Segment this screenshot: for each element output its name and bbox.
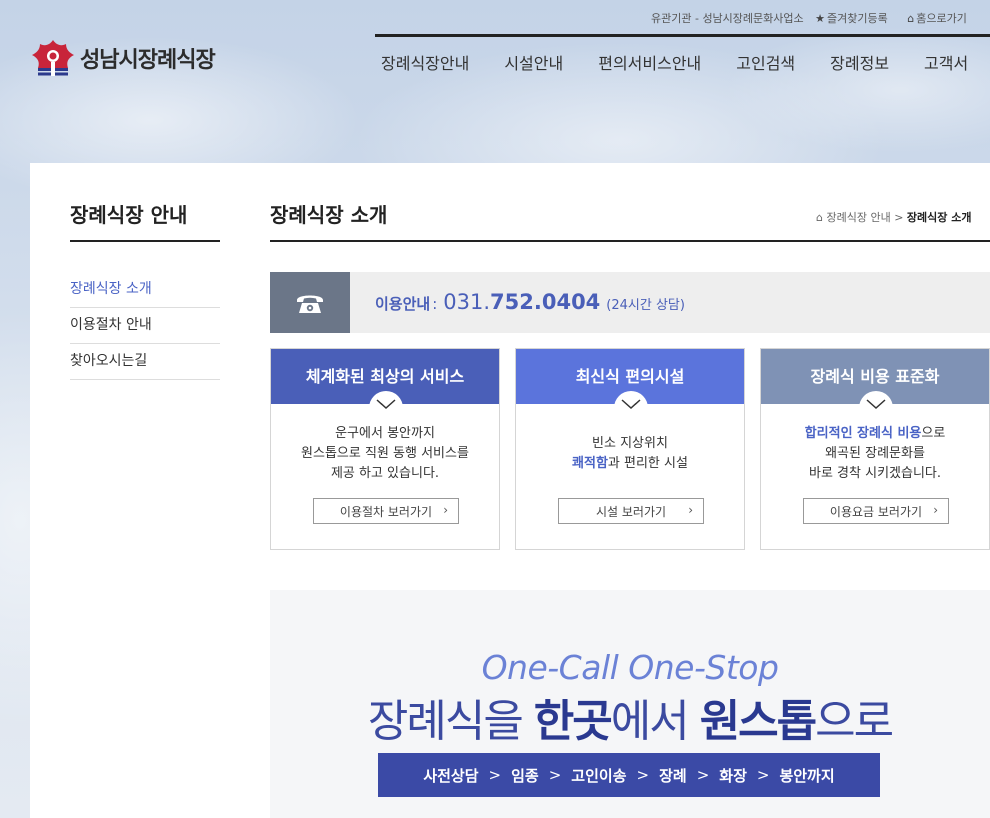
home-icon[interactable]: ⌂ bbox=[816, 211, 823, 224]
feature-card-cost: 장례식 비용 표준화 합리적인 장례식 비용으로 왜곡된 장례문화를 바로 경착… bbox=[760, 348, 990, 550]
card-desc-line: 왜곡된 장례문화를 bbox=[825, 446, 925, 461]
breadcrumb-current: 장례식장 소개 bbox=[906, 211, 972, 224]
chevron-down-icon bbox=[376, 399, 396, 410]
bookmark-label: 즐겨찾기등록 bbox=[827, 12, 888, 25]
step-funeral: 장례 bbox=[659, 766, 687, 785]
step-cremation: 화장 bbox=[719, 766, 747, 785]
highlight-text: 합리적인 장례식 비용 bbox=[804, 426, 922, 441]
banner-emphasis: 한곳 bbox=[533, 696, 613, 747]
nav-item-deceased-search[interactable]: 고인검색 bbox=[736, 50, 795, 74]
main-nav: 장례식장안내 시설안내 편의서비스안내 고인검색 장례정보 고객서 bbox=[381, 50, 990, 74]
page-title: 장례식장 소개 bbox=[270, 203, 388, 227]
nav-item-funeral-info[interactable]: 장례식장안내 bbox=[381, 50, 469, 74]
phone-label: 이용안내 bbox=[375, 295, 431, 313]
phone-icon bbox=[297, 295, 323, 313]
related-org-link[interactable]: 유관기관 - 성남시장례문화사업소 bbox=[651, 10, 804, 26]
banner-english-title: One-Call One-Stop bbox=[481, 648, 779, 687]
button-label: 시설 보러가기 bbox=[595, 504, 667, 519]
view-procedure-button[interactable]: 이용절차 보러가기 › bbox=[313, 498, 459, 524]
chevron-right-icon: > bbox=[756, 766, 770, 784]
banner-text: 에서 bbox=[610, 696, 700, 747]
process-steps-bar: 사전상담 > 임종 > 고인이송 > 장례 > 화장 > 봉안까지 bbox=[378, 753, 880, 797]
card-desc-text: 으로 bbox=[921, 426, 946, 441]
chevron-right-icon: › bbox=[688, 503, 693, 517]
logo-text: 성남시장례식장 bbox=[80, 48, 216, 73]
title-rule bbox=[270, 240, 990, 242]
bookmark-link[interactable]: ★ 즐겨찾기등록 bbox=[815, 10, 896, 26]
card-desc-line: 빈소 지상위치 bbox=[592, 436, 668, 451]
nav-item-funeral-guide[interactable]: 장례정보 bbox=[830, 50, 889, 74]
banner-emphasis: 원스톱 bbox=[699, 696, 817, 747]
logo-emblem-icon bbox=[32, 40, 74, 76]
button-label: 이용요금 보러가기 bbox=[829, 504, 923, 519]
chevron-right-icon: › bbox=[933, 503, 938, 517]
breadcrumb-parent[interactable]: 장례식장 안내 bbox=[826, 211, 890, 224]
nav-item-facilities[interactable]: 시설안내 bbox=[504, 50, 563, 74]
star-icon: ★ bbox=[815, 12, 826, 25]
phone-note: (24시간 상담) bbox=[606, 298, 685, 313]
card-description: 합리적인 장례식 비용으로 왜곡된 장례문화를 바로 경착 시키겠습니다. bbox=[761, 424, 989, 484]
chevron-right-icon: > bbox=[636, 766, 650, 784]
chevron-right-icon: > bbox=[548, 766, 562, 784]
nav-item-customer[interactable]: 고객서 bbox=[924, 50, 968, 74]
one-stop-banner: One-Call One-Stop 장례식을 한곳에서 원스톱으로 사전상담 >… bbox=[270, 590, 990, 818]
banner-korean-title: 장례식을 한곳에서 원스톱으로 bbox=[270, 685, 990, 749]
nav-item-services[interactable]: 편의서비스안내 bbox=[598, 50, 701, 74]
button-label: 이용절차 보러가기 bbox=[339, 504, 433, 519]
chevron-right-icon: › bbox=[443, 503, 448, 517]
breadcrumb: ⌂ 장례식장 안내 > 장례식장 소개 bbox=[816, 209, 971, 225]
step-consult: 사전상담 bbox=[423, 766, 479, 785]
home-icon: ⌂ bbox=[907, 12, 915, 25]
sidebar-menu: 장례식장 소개 이용절차 안내 찾아오시는길 bbox=[70, 272, 220, 380]
card-desc-line: 제공 하고 있습니다. bbox=[330, 466, 440, 481]
card-desc-line: 원스톱으로 직원 동행 서비스를 bbox=[301, 446, 469, 461]
chevron-down-icon bbox=[621, 399, 641, 410]
sidebar-item-procedure[interactable]: 이용절차 안내 bbox=[70, 308, 220, 344]
feature-card-service: 체계화된 최상의 서비스 운구에서 봉안까지 원스톱으로 직원 동행 서비스를 … bbox=[270, 348, 500, 550]
highlight-text: 쾌적함 bbox=[572, 456, 608, 471]
chevron-right-icon: > bbox=[696, 766, 710, 784]
chevron-right-icon: > bbox=[894, 211, 904, 224]
chevron-down-icon bbox=[866, 399, 886, 410]
home-link[interactable]: ⌂ 홈으로가기 bbox=[907, 10, 975, 26]
sidebar-title: 장례식장 안내 bbox=[70, 199, 220, 242]
phone-number-prefix: 031. bbox=[443, 290, 491, 314]
site-logo[interactable]: 성남시장례식장 bbox=[30, 38, 216, 78]
view-facilities-button[interactable]: 시설 보러가기 › bbox=[558, 498, 704, 524]
phone-text: 이용안내:031.752.0404 (24시간 상담) bbox=[375, 290, 685, 314]
phone-info-bar: 이용안내:031.752.0404 (24시간 상담) bbox=[270, 272, 990, 333]
card-description: 운구에서 봉안까지 원스톱으로 직원 동행 서비스를 제공 하고 있습니다. bbox=[271, 424, 499, 484]
utility-bar: 유관기관 - 성남시장례문화사업소 ★ 즐겨찾기등록 ⌂ 홈으로가기 bbox=[651, 10, 983, 26]
phone-icon-box bbox=[270, 272, 350, 333]
sidebar-item-intro[interactable]: 장례식장 소개 bbox=[70, 272, 220, 308]
step-death: 임종 bbox=[511, 766, 539, 785]
card-desc-line: 바로 경착 시키겠습니다. bbox=[809, 466, 941, 481]
nav-top-rule bbox=[375, 34, 990, 37]
card-description: 빈소 지상위치 쾌적함과 편리한 시설 bbox=[516, 434, 744, 474]
home-label: 홈으로가기 bbox=[916, 12, 967, 25]
step-transfer: 고인이송 bbox=[571, 766, 627, 785]
card-desc-line: 운구에서 봉안까지 bbox=[335, 426, 435, 441]
banner-text: 으로 bbox=[815, 696, 894, 747]
view-pricing-button[interactable]: 이용요금 보러가기 › bbox=[803, 498, 949, 524]
feature-card-facilities: 최신식 편의시설 빈소 지상위치 쾌적함과 편리한 시설 시설 보러가기 › bbox=[515, 348, 745, 550]
phone-number-main: 752.0404 bbox=[490, 290, 601, 314]
sidebar-item-directions[interactable]: 찾아오시는길 bbox=[70, 344, 220, 380]
card-desc-line: 합리적인 장례식 비용으로 bbox=[761, 424, 989, 444]
card-desc-line: 쾌적함과 편리한 시설 bbox=[516, 454, 744, 474]
card-desc-text: 과 편리한 시설 bbox=[607, 456, 688, 471]
banner-text: 장례식을 bbox=[367, 696, 534, 747]
chevron-right-icon: > bbox=[488, 766, 502, 784]
phone-colon: : bbox=[432, 295, 438, 313]
step-enshrinement: 봉안까지 bbox=[779, 766, 835, 785]
